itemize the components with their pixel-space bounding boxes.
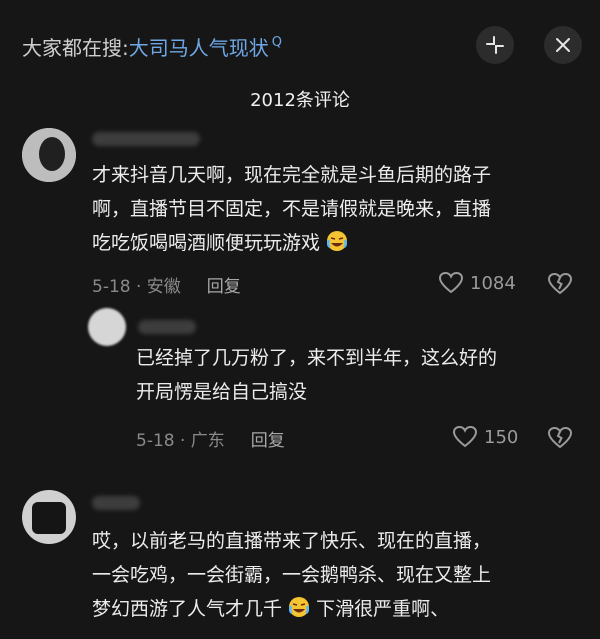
avatar[interactable] <box>88 308 126 346</box>
username-blurred[interactable] <box>138 320 196 334</box>
reply-body: 已经掉了几万粉了，来不到半年，这么好的 开局愣是给自己搞没 <box>136 341 586 409</box>
trending-search-link[interactable]: 大家都在搜: 大司马人气现状 Q <box>22 32 282 61</box>
like-count: 1084 <box>470 272 516 294</box>
close-icon <box>556 38 570 52</box>
heart-outline-icon <box>452 425 478 448</box>
reply-button[interactable]: 回复 <box>207 272 241 297</box>
laugh-cry-emoji-icon <box>289 597 310 617</box>
comment-body: 才来抖音几天啊，现在完全就是斗鱼后期的路子 啊，直播节目不固定，不是请假就是晚来… <box>92 158 582 260</box>
comment-line: 已经掉了几万粉了，来不到半年，这么好的 <box>136 347 498 369</box>
comment-line: 一会吃鸡，一会街霸，一会鹅鸭杀、现在又整上 <box>92 564 492 586</box>
comment-line: 梦幻西游了人气才几千 <box>92 598 283 620</box>
comment-line: 哎，以前老马的直播带来了快乐、现在的直播， <box>92 530 492 552</box>
search-prefix: 大家都在搜: <box>22 36 129 60</box>
comment-line-tail: 下滑很严重啊、 <box>316 598 450 620</box>
avatar-image <box>22 490 76 544</box>
top-bar: 大家都在搜: 大司马人气现状 Q <box>0 0 600 90</box>
username-blurred[interactable] <box>92 496 140 510</box>
comment-line: 吃吃饭喝喝酒顺便玩玩游戏 <box>92 232 321 254</box>
broken-heart-icon <box>547 272 573 295</box>
comment-count: 2012条评论 <box>250 90 350 111</box>
username-blurred[interactable] <box>92 132 200 146</box>
like-button[interactable]: 150 <box>452 425 518 449</box>
like-button[interactable]: 1084 <box>438 271 516 295</box>
comment-line: 啊，直播节目不固定，不是请假就是晚来，直播 <box>92 198 492 220</box>
collapse-button[interactable] <box>476 26 514 64</box>
dislike-button[interactable] <box>547 426 573 454</box>
broken-heart-icon <box>547 426 573 449</box>
avatar[interactable] <box>22 128 76 182</box>
avatar[interactable] <box>22 490 76 544</box>
date-location: 5-18 · 安徽 <box>92 277 181 297</box>
collapse-arrows-icon <box>486 36 504 54</box>
comment-line: 才来抖音几天啊，现在完全就是斗鱼后期的路子 <box>92 164 492 186</box>
comment-meta: 5-18 · 安徽 回复 <box>92 272 241 297</box>
like-count: 150 <box>484 426 519 448</box>
search-keyword[interactable]: 大司马人气现状 <box>129 32 269 61</box>
dislike-button[interactable] <box>547 272 573 300</box>
avatar-image <box>22 128 76 182</box>
search-mark-icon: Q <box>271 35 282 50</box>
close-button[interactable] <box>544 26 582 64</box>
reply-button[interactable]: 回复 <box>251 426 285 451</box>
date-location: 5-18 · 广东 <box>136 431 225 451</box>
laugh-cry-emoji-icon <box>327 231 348 251</box>
comment-body: 哎，以前老马的直播带来了快乐、现在的直播， 一会吃鸡，一会街霸，一会鹅鸭杀、现在… <box>92 524 592 626</box>
comment-line: 开局愣是给自己搞没 <box>136 381 308 403</box>
heart-outline-icon <box>438 271 464 294</box>
comment-meta: 5-18 · 广东 回复 <box>136 426 285 451</box>
